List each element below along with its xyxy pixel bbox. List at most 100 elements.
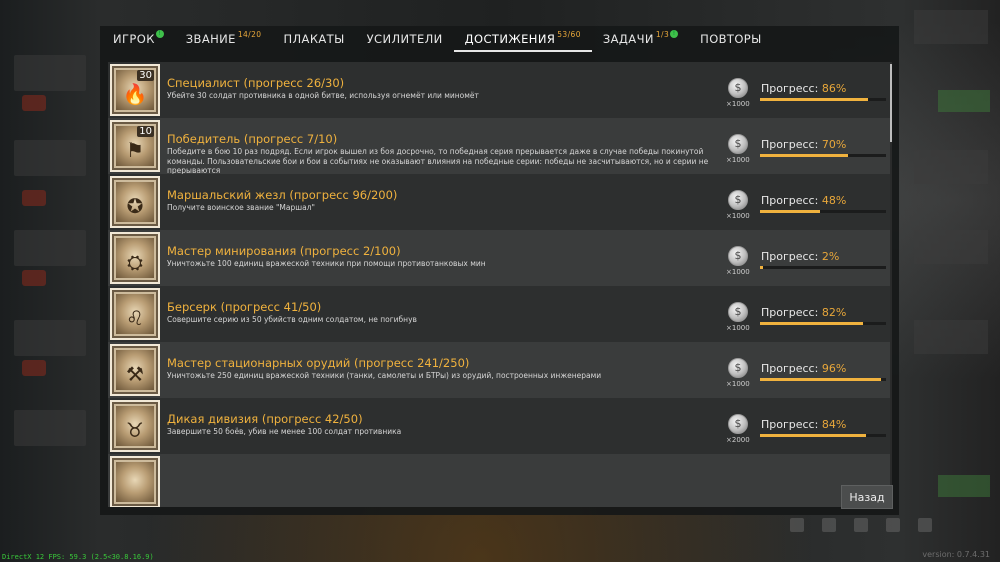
silver-coin-icon: $ — [728, 78, 748, 98]
achievement-row[interactable]: ⚑ 10 Победитель (прогресс 7/10) Победите в … — [108, 118, 892, 175]
progress-value: 2% — [821, 250, 840, 263]
progress-value: 70% — [821, 138, 847, 151]
new-indicator-icon: ! — [670, 30, 679, 38]
tab-label: ДОСТИЖЕНИЯ — [464, 32, 556, 46]
progress-label: Прогресс: — [761, 418, 819, 431]
progress-bar — [760, 378, 886, 381]
tab-label: ЗВАНИЕ — [185, 32, 236, 46]
tab-6[interactable]: ПОВТОРЫ — [689, 26, 773, 52]
tab-0[interactable]: ИГРОК! — [102, 26, 175, 52]
tab-4[interactable]: ДОСТИЖЕНИЯ 53/60 — [453, 26, 593, 52]
progress-value: 86% — [821, 82, 847, 95]
marshal-medal-icon: ✪ — [110, 176, 160, 228]
achievement-description: Получите воинское звание "Маршал" — [167, 203, 315, 212]
achievements-panel: ИГРОК! ЗВАНИЕ 14/20 ПЛАКАТЫ УСИЛИТЕЛИ ДОСТИЖЕ… — [100, 26, 899, 515]
achievement-row[interactable]: ✪ Маршальский жезл (прогресс 96/200) Получ… — [108, 174, 892, 230]
progress-text: Прогресс: 48% — [761, 194, 846, 207]
silver-coin-icon: $ — [728, 358, 748, 378]
progress-text: Прогресс: 86% — [761, 82, 846, 95]
reward-amount: ×2000 — [726, 436, 750, 444]
mine-icon: ⛭ — [110, 232, 160, 284]
progress-text: Прогресс: 82% — [761, 306, 846, 319]
progress-label: Прогресс: — [761, 138, 819, 151]
scrollbar-thumb[interactable] — [890, 64, 892, 142]
flamethrower-icon: 🔥 30 — [110, 64, 160, 116]
reward-amount: ×1000 — [726, 268, 750, 276]
badge-number: 30 — [137, 70, 154, 81]
achievement-row[interactable]: ⛭ Мастер минирования (прогресс 2/100) Унич… — [108, 230, 892, 286]
tab-label: ПЛАКАТЫ — [283, 32, 345, 46]
victory-flag-icon: ⚑ 10 — [110, 120, 160, 172]
progress-bar — [760, 210, 886, 213]
background-icon — [918, 518, 932, 532]
background-icon — [886, 518, 900, 532]
silver-coin-icon: $ — [728, 190, 748, 210]
fps-counter: DirectX 12 FPS: 59.3 (2.5<30.8.16.9) — [2, 553, 154, 561]
progress-label: Прогресс: — [761, 82, 819, 95]
background-icon — [790, 518, 804, 532]
cannon-icon: ⚒ — [110, 344, 160, 396]
new-indicator-icon: ! — [155, 30, 164, 38]
progress-bar — [760, 434, 886, 437]
progress-text: Прогресс: 96% — [761, 362, 846, 375]
bear-icon: ♉ — [110, 400, 160, 452]
achievement-row[interactable] — [108, 454, 892, 507]
achievement-row[interactable]: ♌ Берсерк (прогресс 41/50) Совершите серию… — [108, 286, 892, 342]
silver-coin-icon: $ — [728, 302, 748, 322]
silver-coin-icon: $ — [728, 414, 748, 434]
achievement-title: Специалист (прогресс 26/30) — [167, 76, 345, 90]
tab-5[interactable]: ЗАДАЧИ 1/3! — [592, 26, 689, 52]
lion-icon: ♌ — [110, 288, 160, 340]
achievement-list[interactable]: 🔥 30 Специалист (прогресс 26/30) Убейте 30 … — [108, 62, 892, 507]
achievement-description: Совершите серию из 50 убийств одним солд… — [167, 315, 417, 324]
achievement-description: Убейте 30 солдат противника в одной битв… — [167, 91, 479, 100]
background-icon — [854, 518, 868, 532]
silver-coin-icon: $ — [728, 246, 748, 266]
progress-label: Прогресс: — [761, 306, 819, 319]
progress-value: 48% — [821, 194, 847, 207]
back-button[interactable]: Назад — [841, 485, 893, 509]
progress-bar — [760, 98, 886, 101]
achievement-row[interactable]: ♉ Дикая дивизия (прогресс 42/50) Завершите… — [108, 398, 892, 454]
achievement-row[interactable]: ⚒ Мастер стационарных орудий (прогресс 24… — [108, 342, 892, 398]
version-label: version: 0.7.4.31 — [922, 550, 990, 559]
progress-value: 96% — [821, 362, 847, 375]
achievement-description: Уничтожьте 100 единиц вражеской техники … — [167, 259, 486, 268]
achievement-title: Берсерк (прогресс 41/50) — [167, 300, 322, 314]
tab-3[interactable]: УСИЛИТЕЛИ — [356, 26, 454, 52]
progress-bar-fill — [760, 266, 763, 269]
reward-amount: ×1000 — [726, 156, 750, 164]
achievement-description: Завершите 50 боёв, убив не менее 100 сол… — [167, 427, 402, 436]
progress-bar-fill — [760, 434, 866, 437]
bottom-icon-row — [790, 518, 932, 532]
progress-bar-fill — [760, 322, 864, 325]
background-right-column — [900, 0, 1000, 562]
tab-1[interactable]: ЗВАНИЕ 14/20 — [175, 26, 273, 52]
progress-bar — [760, 322, 886, 325]
achievement-title: Мастер минирования (прогресс 2/100) — [167, 244, 401, 258]
achievement-title: Дикая дивизия (прогресс 42/50) — [167, 412, 363, 426]
achievement-row[interactable]: 🔥 30 Специалист (прогресс 26/30) Убейте 30 … — [108, 62, 892, 118]
list-scrollbar[interactable] — [890, 62, 892, 507]
reward-amount: ×1000 — [726, 324, 750, 332]
progress-bar-fill — [760, 210, 821, 213]
progress-bar-fill — [760, 98, 869, 101]
tab-count-badge: 1/3 — [655, 29, 670, 39]
achievement-title: Победитель (прогресс 7/10) — [167, 132, 338, 146]
achievement-description: Победите в бою 10 раз подряд. Если игрок… — [167, 147, 709, 175]
background-icon — [822, 518, 836, 532]
tab-count-badge: 14/20 — [237, 29, 262, 39]
progress-bar — [760, 154, 886, 157]
achievement-title: Маршальский жезл (прогресс 96/200) — [167, 188, 398, 202]
progress-text: Прогресс: 84% — [761, 418, 846, 431]
reward-amount: ×1000 — [726, 380, 750, 388]
progress-label: Прогресс: — [761, 362, 819, 375]
silver-coin-icon: $ — [728, 134, 748, 154]
progress-text: Прогресс: 2% — [761, 250, 839, 263]
progress-label: Прогресс: — [761, 194, 819, 207]
tab-2[interactable]: ПЛАКАТЫ — [272, 26, 355, 52]
achievement-title: Мастер стационарных орудий (прогресс 241… — [167, 356, 470, 370]
reward-amount: ×1000 — [726, 100, 750, 108]
tab-count-badge: 53/60 — [557, 29, 581, 39]
tab-label: ИГРОК — [113, 32, 155, 46]
